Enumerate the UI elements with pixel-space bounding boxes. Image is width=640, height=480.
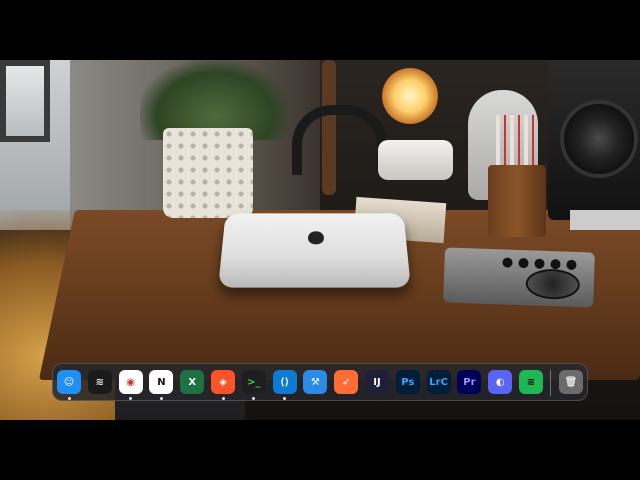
speaker-cone: [560, 100, 638, 178]
chrome-icon[interactable]: ◉: [118, 370, 143, 394]
trash-icon[interactable]: 🗑: [559, 370, 583, 394]
pencils: [496, 115, 536, 170]
knob-icon: [534, 258, 545, 269]
running-indicator: [159, 397, 163, 400]
lightroom-icon[interactable]: LrC: [426, 370, 451, 394]
excel-icon[interactable]: X: [180, 370, 205, 394]
terminal-icon[interactable]: >_: [241, 370, 266, 394]
brave-icon[interactable]: ◈: [211, 370, 235, 394]
discord-icon[interactable]: ◐: [488, 370, 513, 394]
xcode-icon[interactable]: ⚒: [303, 370, 328, 394]
running-indicator: [252, 397, 256, 400]
headphones: [292, 105, 387, 175]
dock-separator: [550, 370, 551, 396]
postman-icon[interactable]: ➶: [334, 370, 359, 394]
window-frame: [0, 60, 50, 142]
screen-frame: ☺ ≋ ◉ N X ◈ >_ ⟨⟩ ⚒ ➶ IJ Ps LrC Pr ◐ ≋ 🗑: [0, 0, 640, 480]
speaker-stand: [570, 210, 640, 230]
knob-icon: [566, 259, 577, 270]
lamp-bulb: [382, 68, 438, 124]
window-background: [0, 60, 70, 230]
premiere-icon[interactable]: Pr: [457, 370, 482, 394]
knob-icon: [502, 257, 513, 268]
mac-mini: [218, 213, 411, 288]
vscode-icon[interactable]: ⟨⟩: [272, 370, 297, 394]
dock: ☺ ≋ ◉ N X ◈ >_ ⟨⟩ ⚒ ➶ IJ Ps LrC Pr ◐ ≋ 🗑: [52, 363, 588, 401]
knob-icon: [550, 259, 561, 270]
running-indicator: [67, 397, 71, 400]
audio-controller: [443, 247, 595, 308]
spotify-icon[interactable]: ≋: [519, 370, 543, 394]
finder-icon[interactable]: ☺: [57, 370, 81, 394]
running-indicator: [221, 397, 225, 400]
running-indicator: [283, 397, 287, 400]
intellij-icon[interactable]: IJ: [365, 370, 389, 394]
notion-icon[interactable]: N: [149, 370, 174, 394]
stack-icon[interactable]: ≋: [87, 370, 112, 394]
jog-wheel: [525, 268, 581, 301]
running-indicator: [129, 397, 133, 400]
lamp-base: [378, 140, 453, 180]
plant-pot: [163, 128, 253, 218]
knob-icon: [518, 257, 529, 269]
photoshop-icon[interactable]: Ps: [395, 370, 420, 394]
pencil-cup: [488, 165, 546, 237]
apple-logo-icon: [308, 231, 324, 245]
